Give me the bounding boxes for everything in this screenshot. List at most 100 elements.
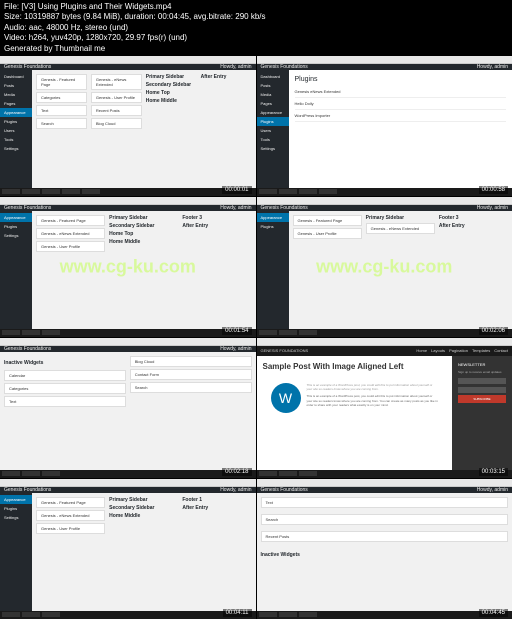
- nav-templates[interactable]: Templates: [472, 348, 490, 353]
- menu-media[interactable]: Media: [257, 90, 289, 99]
- widget-item[interactable]: Search: [261, 514, 509, 525]
- menu-users[interactable]: Users: [257, 126, 289, 135]
- available-widget[interactable]: Genesis - eNews Extended: [36, 510, 105, 521]
- post-body: This is an example of a WordPress post, …: [307, 394, 439, 407]
- sidebar-area[interactable]: After Entry: [182, 505, 251, 511]
- thumb-5: Genesis FoundationsHowdy, admin Inactive…: [0, 338, 256, 478]
- video-line: Video: h264, yuv420p, 1280x720, 29.97 fp…: [4, 33, 508, 43]
- sidebar-area[interactable]: After Entry: [439, 223, 508, 229]
- post-title: Sample Post With Image Aligned Left: [263, 362, 447, 371]
- menu-appearance[interactable]: Appearance: [257, 213, 289, 222]
- available-widget[interactable]: Genesis - User Profile: [293, 228, 362, 239]
- taskbar: [257, 611, 512, 619]
- available-widget[interactable]: Genesis - User Profile: [36, 523, 105, 534]
- available-widget[interactable]: Search: [130, 382, 252, 393]
- available-widget[interactable]: Genesis - eNews Extended: [36, 228, 105, 239]
- plugin-row[interactable]: WordPress Importer: [295, 110, 507, 122]
- menu-plugins[interactable]: Plugins: [0, 117, 32, 126]
- thumb-2: Genesis FoundationsHowdy, admin Dashboar…: [257, 56, 512, 196]
- sidebar-area[interactable]: Secondary Sidebar: [109, 223, 178, 229]
- newsletter-email-input[interactable]: [458, 387, 506, 393]
- file-line: File: [V3] Using Plugins and Their Widge…: [4, 2, 508, 12]
- available-widget[interactable]: Categories: [36, 92, 87, 103]
- available-widget[interactable]: Categories: [4, 383, 126, 394]
- menu-users[interactable]: Users: [0, 126, 32, 135]
- available-widget[interactable]: Genesis - Featured Page: [36, 497, 105, 508]
- available-widget[interactable]: Contact Form: [130, 369, 252, 380]
- menu-plugins[interactable]: Plugins: [0, 222, 32, 231]
- menu-dashboard[interactable]: Dashboard: [257, 72, 289, 81]
- available-widget[interactable]: Text: [4, 396, 126, 407]
- available-widget[interactable]: Genesis - Featured Page: [293, 215, 362, 226]
- sidebar-area[interactable]: Primary Sidebar: [366, 215, 435, 221]
- sidebar-area[interactable]: Primary Sidebar: [146, 74, 197, 80]
- available-widget[interactable]: Blog Cloud: [91, 118, 142, 129]
- plugin-row[interactable]: Genesis eNews Extended: [295, 86, 507, 98]
- taskbar: [257, 188, 512, 196]
- menu-settings[interactable]: Settings: [0, 144, 32, 153]
- sidebar-area[interactable]: Home Middle: [146, 98, 197, 104]
- available-widget[interactable]: Genesis - User Profile: [36, 241, 105, 252]
- menu-tools[interactable]: Tools: [0, 135, 32, 144]
- taskbar: [0, 611, 256, 619]
- sidebar-area[interactable]: Home Top: [146, 90, 197, 96]
- sidebar-area[interactable]: Primary Sidebar: [109, 497, 178, 503]
- plugin-row[interactable]: Hello Dolly: [295, 98, 507, 110]
- sidebar-area[interactable]: Footer 3: [439, 215, 508, 221]
- menu-settings[interactable]: Settings: [257, 144, 289, 153]
- available-widget[interactable]: Genesis - Featured Page: [36, 215, 105, 226]
- taskbar: [257, 470, 512, 478]
- widget-item[interactable]: Genesis - eNews Extended: [366, 223, 435, 234]
- sidebar-area[interactable]: After Entry: [182, 223, 251, 229]
- sidebar-area[interactable]: Secondary Sidebar: [146, 82, 197, 88]
- generated-line: Generated by Thumbnail me: [4, 44, 508, 54]
- nav-home[interactable]: Home: [416, 348, 427, 353]
- sidebar-area[interactable]: Home Top: [109, 231, 178, 237]
- available-widget[interactable]: Genesis - eNews Extended: [91, 74, 142, 90]
- menu-posts[interactable]: Posts: [257, 81, 289, 90]
- browser-chrome: [0, 479, 256, 487]
- menu-appearance[interactable]: Appearance: [0, 213, 32, 222]
- widget-item[interactable]: Recent Posts: [261, 531, 509, 542]
- sidebar-area[interactable]: Secondary Sidebar: [109, 505, 178, 511]
- newsletter-title: NEWSLETTER: [458, 362, 506, 367]
- sidebar-area[interactable]: After Entry: [201, 74, 252, 80]
- available-widget[interactable]: Genesis - User Profile: [91, 92, 142, 103]
- widget-item[interactable]: Text: [261, 497, 509, 508]
- menu-appearance[interactable]: Appearance: [0, 495, 32, 504]
- timestamp: 00:04:11: [223, 609, 252, 617]
- menu-appearance[interactable]: Appearance: [257, 108, 289, 117]
- available-widget[interactable]: Text: [36, 105, 87, 116]
- taskbar: [0, 188, 256, 196]
- sidebar-area[interactable]: Primary Sidebar: [109, 215, 178, 221]
- menu-pages[interactable]: Pages: [0, 99, 32, 108]
- nav-layouts[interactable]: Layouts: [431, 348, 445, 353]
- subscribe-button[interactable]: SUBSCRIBE: [458, 395, 506, 403]
- sidebar-area[interactable]: Home Middle: [109, 239, 178, 245]
- thumb-6: GENESIS FOUNDATIONS Home Layouts Paginat…: [257, 338, 512, 478]
- menu-appearance[interactable]: Appearance: [0, 108, 32, 117]
- available-widget[interactable]: Search: [36, 118, 87, 129]
- menu-settings[interactable]: Settings: [0, 513, 32, 522]
- available-widget[interactable]: Calendar: [4, 370, 126, 381]
- menu-plugins[interactable]: Plugins: [257, 117, 289, 126]
- menu-posts[interactable]: Posts: [0, 81, 32, 90]
- menu-dashboard[interactable]: Dashboard: [0, 72, 32, 81]
- available-widget[interactable]: Recent Posts: [91, 105, 142, 116]
- timestamp: 00:00:01: [222, 186, 251, 194]
- menu-plugins[interactable]: Plugins: [0, 504, 32, 513]
- menu-media[interactable]: Media: [0, 90, 32, 99]
- available-widget[interactable]: Genesis - Featured Page: [36, 74, 87, 90]
- menu-plugins[interactable]: Plugins: [257, 222, 289, 231]
- menu-pages[interactable]: Pages: [257, 99, 289, 108]
- menu-tools[interactable]: Tools: [257, 135, 289, 144]
- nav-contact[interactable]: Contact: [494, 348, 508, 353]
- sidebar-area[interactable]: Home Middle: [109, 513, 178, 519]
- timestamp: 00:01:54: [222, 327, 251, 335]
- available-widget[interactable]: Blog Cloud: [130, 356, 252, 367]
- newsletter-name-input[interactable]: [458, 378, 506, 384]
- nav-pagination[interactable]: Pagination: [449, 348, 468, 353]
- sidebar-area[interactable]: Footer 3: [182, 215, 251, 221]
- menu-settings[interactable]: Settings: [0, 231, 32, 240]
- sidebar-area[interactable]: Footer 1: [182, 497, 251, 503]
